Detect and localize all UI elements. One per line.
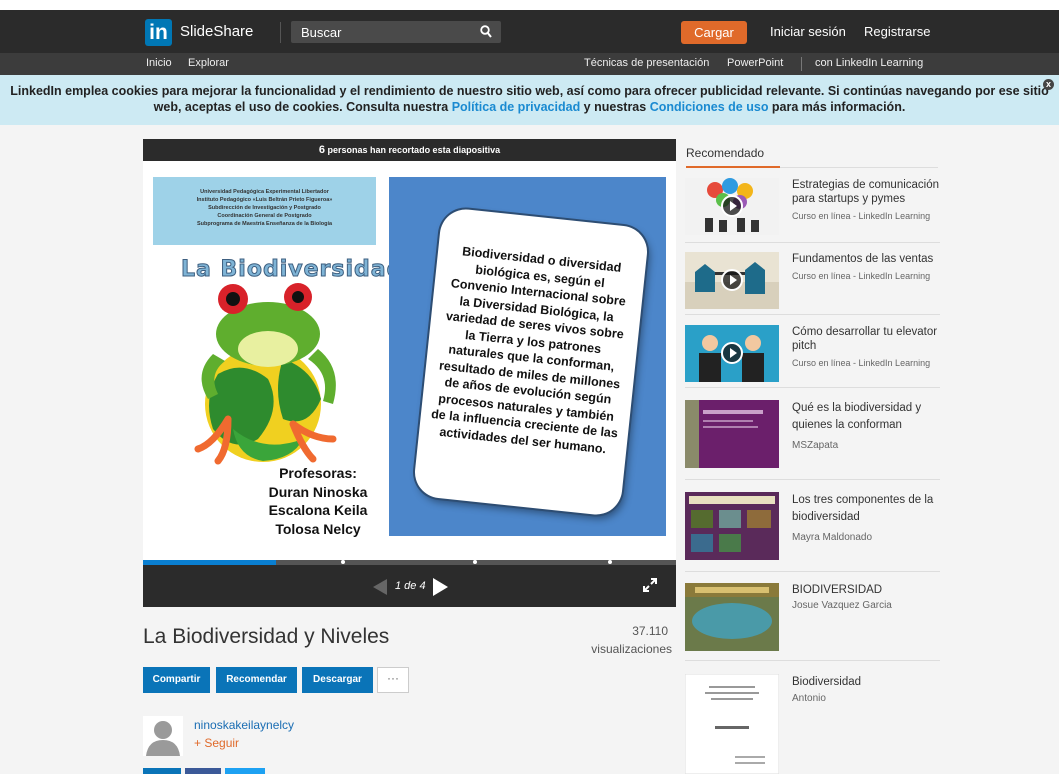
recommended-subtitle: Mayra Maldonado bbox=[792, 532, 873, 543]
active-tab-indicator bbox=[686, 166, 780, 168]
slide-viewer[interactable]: Universidad Pedagógica Experimental Libe… bbox=[143, 161, 676, 560]
frog-on-globe-illustration bbox=[194, 283, 337, 465]
recommended-item[interactable]: Cómo desarrollar tu elevator pitch Curso… bbox=[685, 325, 940, 388]
slide-thumbnail bbox=[685, 400, 779, 468]
header-line: Subdirección de Investigación y Postgrad… bbox=[208, 205, 321, 211]
progress-marker[interactable] bbox=[473, 560, 477, 564]
more-options-button[interactable]: ··· bbox=[377, 667, 409, 693]
presentation-techniques-link[interactable]: Técnicas de presentación bbox=[584, 57, 709, 69]
terms-of-use-link[interactable]: Condiciones de uso bbox=[650, 100, 769, 114]
follow-button[interactable]: + Seguir bbox=[194, 736, 239, 750]
powerpoint-link[interactable]: PowerPoint bbox=[727, 57, 783, 69]
recommended-item[interactable]: Fundamentos de las ventas Curso en línea… bbox=[685, 252, 940, 315]
professor-name: Tolosa Nelcy bbox=[275, 520, 361, 537]
search-icon[interactable] bbox=[480, 25, 492, 39]
linkedin-learning-link[interactable]: con LinkedIn Learning bbox=[815, 57, 923, 69]
explore-link[interactable]: Explorar bbox=[188, 57, 229, 69]
social-share-button[interactable] bbox=[225, 768, 265, 774]
progress-marker[interactable] bbox=[608, 560, 612, 564]
divider bbox=[801, 57, 802, 71]
professors-block: Profesoras: Duran Ninoska Escalona Keila… bbox=[223, 464, 413, 538]
recommended-title: Los tres componentes de la biodiversidad bbox=[792, 494, 934, 523]
recommended-title: Biodiversidad bbox=[792, 676, 862, 688]
professor-name: Escalona Keila bbox=[268, 502, 368, 518]
play-icon bbox=[721, 195, 743, 217]
slide-thumbnail bbox=[685, 492, 779, 560]
social-share-button[interactable] bbox=[185, 768, 221, 774]
author-avatar[interactable] bbox=[143, 716, 183, 756]
views-count: 37.110 bbox=[632, 624, 668, 638]
play-icon bbox=[721, 342, 743, 364]
header-line: Coordinación General de Postgrado bbox=[217, 213, 312, 219]
slide-institution-header: Universidad Pedagógica Experimental Libe… bbox=[153, 177, 376, 245]
linkedin-logo[interactable]: in bbox=[145, 19, 172, 46]
top-navigation-bar: in SlideShare Cargar Iniciar sesión Regi… bbox=[0, 10, 1059, 53]
page-indicator: 1 de 4 bbox=[395, 580, 426, 592]
slide-thumbnail bbox=[685, 583, 779, 651]
recommended-title: Estrategias de comunicación para startup… bbox=[792, 179, 940, 205]
cookie-text: y nuestras bbox=[580, 100, 650, 114]
progress-marker[interactable] bbox=[341, 560, 345, 564]
document-title: La Biodiversidad y Niveles bbox=[143, 625, 390, 648]
slide-definition-panel: Biodiversidad o diversidad biológica es,… bbox=[389, 177, 666, 536]
recommended-title: Cómo desarrollar tu elevator pitch bbox=[792, 326, 938, 352]
author-link[interactable]: ninoskakeilaynelcy bbox=[194, 718, 294, 732]
next-slide-icon[interactable] bbox=[433, 578, 448, 596]
recommended-item[interactable]: Qué es la biodiversidad y quienes la con… bbox=[685, 400, 940, 480]
recommended-title: Qué es la biodiversidad y quienes la con… bbox=[792, 402, 922, 431]
recommended-subtitle: Curso en línea - LinkedIn Learning bbox=[792, 358, 931, 368]
login-link[interactable]: Iniciar sesión bbox=[770, 24, 846, 39]
close-icon[interactable]: x bbox=[1043, 79, 1054, 90]
signup-link[interactable]: Registrarse bbox=[864, 24, 930, 39]
recommended-title: BIODIVERSIDAD bbox=[792, 584, 883, 596]
recommend-button[interactable]: Recomendar bbox=[216, 667, 297, 693]
recommended-subtitle: Josue Vazquez Garcia bbox=[792, 600, 892, 611]
header-line: Instituto Pedagógico «Luis Beltrán Priet… bbox=[196, 197, 333, 203]
previous-slide-icon[interactable] bbox=[373, 579, 387, 595]
slide-thumbnail bbox=[685, 674, 779, 774]
cookie-banner: LinkedIn emplea cookies para mejorar la … bbox=[0, 75, 1059, 125]
share-button[interactable]: Compartir bbox=[143, 667, 210, 693]
header-line: Universidad Pedagógica Experimental Libe… bbox=[200, 189, 329, 195]
search-box bbox=[291, 21, 501, 43]
recommended-item[interactable]: Estrategias de comunicación para startup… bbox=[685, 178, 940, 243]
clipped-info-bar: 6 personas han recortado esta diapositiv… bbox=[143, 139, 676, 161]
secondary-navigation: Inicio Explorar Técnicas de presentación… bbox=[0, 53, 1059, 75]
tab-recommended[interactable]: Recomendado bbox=[686, 146, 764, 160]
recommended-title: Fundamentos de las ventas bbox=[792, 253, 934, 265]
player-controls: 1 de 4 bbox=[143, 565, 676, 607]
recommended-item[interactable]: Biodiversidad Antonio bbox=[685, 674, 940, 774]
divider bbox=[280, 22, 281, 43]
social-share-button[interactable] bbox=[143, 768, 181, 774]
professor-name: Duran Ninoska bbox=[268, 483, 368, 500]
views-label: visualizaciones bbox=[591, 642, 672, 656]
privacy-policy-link[interactable]: Política de privacidad bbox=[452, 100, 581, 114]
professors-label: Profesoras: bbox=[279, 465, 357, 481]
upload-button[interactable]: Cargar bbox=[681, 21, 747, 44]
fullscreen-icon[interactable] bbox=[643, 578, 657, 592]
download-button[interactable]: Descargar bbox=[302, 667, 373, 693]
clipped-text: personas han recortado esta diapositiva bbox=[325, 145, 501, 155]
play-icon bbox=[721, 269, 743, 291]
recommended-subtitle: Antonio bbox=[792, 693, 826, 704]
recommended-item[interactable]: Los tres componentes de la biodiversidad… bbox=[685, 492, 940, 572]
recommended-subtitle: MSZapata bbox=[792, 440, 839, 451]
divider bbox=[780, 167, 938, 168]
cookie-text: para más información. bbox=[768, 100, 906, 114]
recommended-subtitle: Curso en línea - LinkedIn Learning bbox=[792, 211, 931, 221]
home-link[interactable]: Inicio bbox=[146, 57, 172, 69]
recommended-item[interactable]: BIODIVERSIDAD Josue Vazquez Garcia bbox=[685, 583, 940, 661]
header-line: Subprograma de Maestría Enseñanza de la … bbox=[196, 221, 333, 227]
slideshare-brand[interactable]: SlideShare bbox=[180, 23, 253, 40]
search-input[interactable] bbox=[291, 21, 471, 43]
definition-card: Biodiversidad o diversidad biológica es,… bbox=[412, 206, 650, 518]
recommended-subtitle: Curso en línea - LinkedIn Learning bbox=[792, 271, 931, 281]
